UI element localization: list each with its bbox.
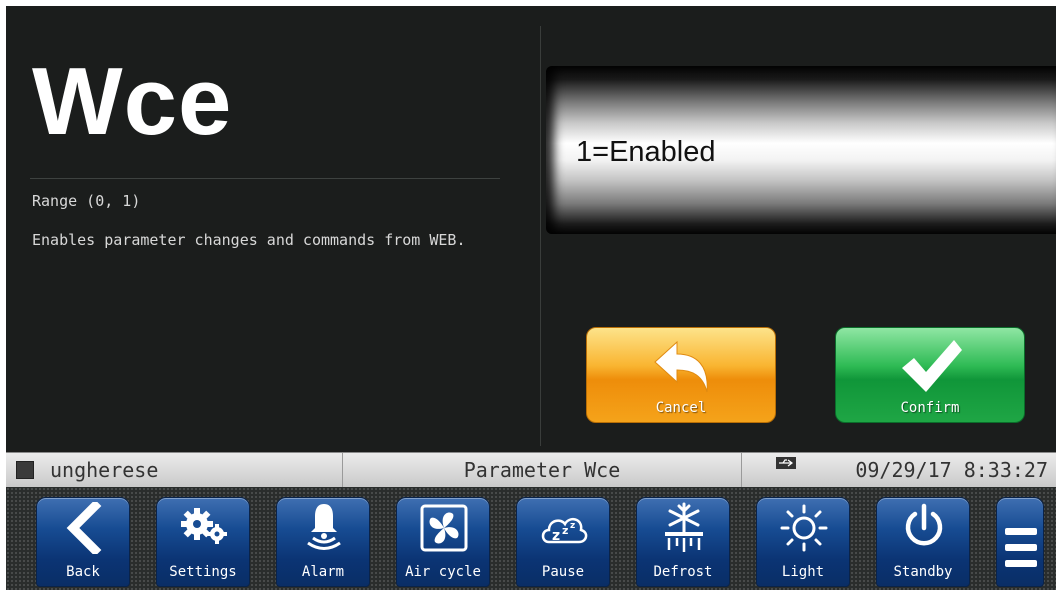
back-label: Back	[66, 564, 100, 580]
menu-icon	[1005, 528, 1037, 567]
value-selector[interactable]: 1=Enabled	[546, 66, 1056, 234]
usb-icon	[776, 457, 796, 469]
alarm-label: Alarm	[301, 564, 345, 580]
defrost-button[interactable]: Defrost	[636, 497, 730, 587]
current-value: 1=Enabled	[576, 136, 716, 168]
pause-label: Pause	[541, 564, 585, 580]
gears-icon	[181, 508, 227, 544]
status-datetime: 09/29/17 8:33:27	[855, 458, 1048, 482]
standby-button[interactable]: Standby	[876, 497, 970, 587]
cancel-label: Cancel	[655, 400, 707, 416]
confirm-label: Confirm	[900, 400, 960, 416]
air-cycle-button[interactable]: Air cycle	[396, 497, 490, 587]
bell-icon	[307, 504, 341, 550]
air-cycle-label: Air cycle	[405, 564, 481, 580]
defrost-label: Defrost	[653, 564, 713, 580]
status-datetime-area: 09/29/17 8:33:27	[742, 453, 1056, 487]
bottom-toolbar: Back Settings Alarm Air cycle z z z Paus…	[6, 487, 1056, 590]
light-button[interactable]: Light	[756, 497, 850, 587]
back-button[interactable]: Back	[36, 497, 130, 587]
light-label: Light	[781, 564, 825, 580]
cancel-button[interactable]: Cancel	[586, 327, 776, 423]
checkmark-icon	[902, 340, 962, 392]
parameter-info-panel: Wce Range (0, 1) Enables parameter chang…	[6, 6, 538, 452]
svg-text:z: z	[552, 528, 560, 544]
fan-icon	[420, 504, 468, 552]
pause-button[interactable]: z z z Pause	[516, 497, 610, 587]
status-left-label: ungherese	[50, 458, 159, 482]
sun-icon	[780, 504, 828, 552]
parameter-edit-screen: Wce Range (0, 1) Enables parameter chang…	[6, 6, 1056, 590]
parameter-title: Wce	[32, 48, 233, 155]
svg-text:z: z	[570, 521, 575, 531]
menu-button[interactable]	[996, 497, 1044, 587]
status-screen-title: Parameter Wce	[342, 453, 742, 487]
title-divider	[30, 178, 500, 179]
confirm-button[interactable]: Confirm	[835, 327, 1025, 423]
svg-text:z: z	[562, 524, 568, 537]
standby-label: Standby	[893, 564, 953, 580]
settings-label: Settings	[169, 564, 237, 580]
settings-button[interactable]: Settings	[156, 497, 250, 587]
undo-arrow-icon	[654, 340, 708, 393]
parameter-description: Enables parameter changes and commands f…	[32, 231, 466, 249]
sleep-cloud-icon: z z z	[541, 517, 588, 544]
status-indicator	[16, 461, 34, 479]
status-user: ungherese	[6, 453, 342, 487]
back-arrow-icon	[66, 502, 102, 554]
status-bar: ungherese Parameter Wce 09/29/17 8:33:27	[6, 452, 1056, 487]
alarm-button[interactable]: Alarm	[276, 497, 370, 587]
snowflake-icon	[665, 502, 703, 552]
panel-divider	[540, 26, 541, 446]
parameter-range: Range (0, 1)	[32, 192, 141, 210]
power-icon	[905, 503, 943, 546]
